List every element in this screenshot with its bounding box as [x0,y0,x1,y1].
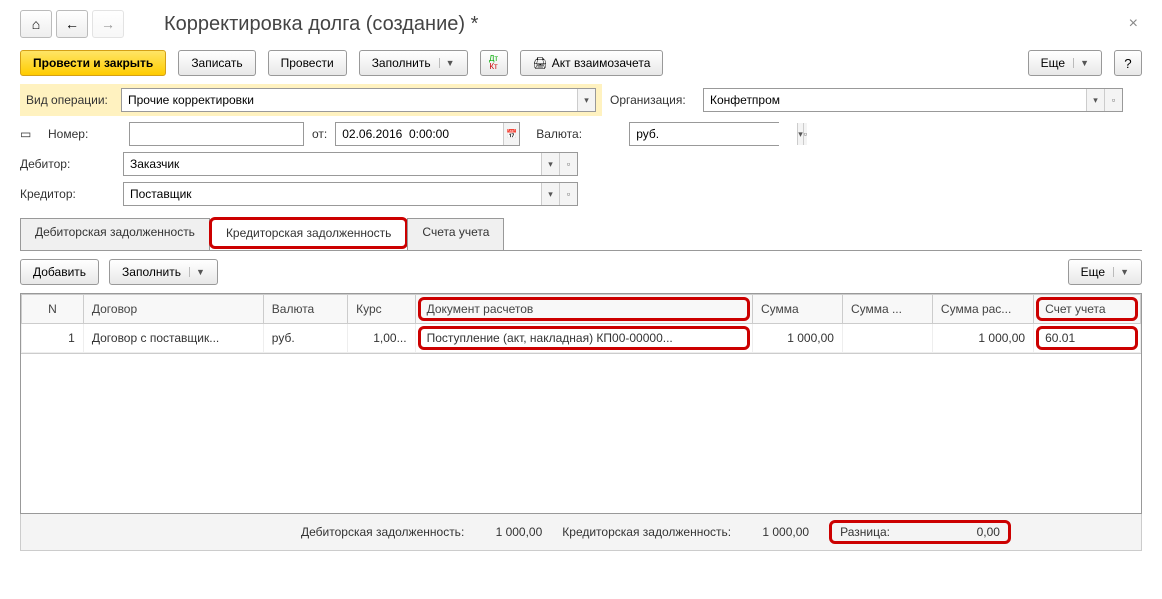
doc-icon: ▭ [20,127,40,141]
sub-more-button[interactable]: Еще ▼ [1068,259,1142,285]
print-act-label: Акт взаимозачета [552,56,651,70]
more-label: Еще [1041,56,1065,70]
number-input[interactable] [130,123,303,145]
footer-credit-value: 1 000,00 [739,525,809,539]
tab-accounts[interactable]: Счета учета [407,218,504,250]
back-button[interactable]: ← [56,10,88,38]
dropdown-icon: ▼ [189,267,205,277]
footer-credit-label: Кредиторская задолженность: [562,525,731,539]
operation-dropdown[interactable]: ▾ [577,89,595,111]
col-contract[interactable]: Договор [83,295,263,324]
currency-open[interactable]: ▫ [803,123,807,145]
creditor-label: Кредитор: [20,187,115,201]
fill-button[interactable]: Заполнить ▼ [359,50,468,76]
cell-sum[interactable]: 1 000,00 [752,324,842,353]
creditor-dropdown[interactable]: ▾ [541,183,559,205]
help-button[interactable]: ? [1114,50,1142,76]
debtor-open[interactable]: ▫ [559,153,577,175]
page-title: Корректировка долга (создание) * [164,13,478,36]
col-sum3[interactable]: Сумма рас... [932,295,1033,324]
org-open[interactable]: ▫ [1104,89,1122,111]
operation-input[interactable] [122,89,577,111]
org-input[interactable] [704,89,1086,111]
fill-label: Заполнить [372,56,431,70]
footer-debit-label: Дебиторская задолженность: [301,525,464,539]
footer-debit-value: 1 000,00 [472,525,542,539]
cell-n[interactable]: 1 [22,324,84,353]
dropdown-icon: ▼ [439,58,455,68]
cell-currency[interactable]: руб. [263,324,347,353]
print-act-button[interactable]: 🖨 Акт взаимозачета [520,50,664,76]
tab-credit[interactable]: Кредиторская задолженность [209,217,408,249]
col-account-label: Счет учета [1036,297,1138,321]
number-label: Номер: [48,127,121,141]
cell-rate[interactable]: 1,00... [348,324,415,353]
col-rate[interactable]: Курс [348,295,415,324]
dropdown-icon: ▼ [1073,58,1089,68]
forward-button[interactable]: → [92,10,124,38]
table-row[interactable]: 1 Договор с поставщик... руб. 1,00... По… [22,324,1141,353]
col-sum2[interactable]: Сумма ... [842,295,932,324]
debtor-dropdown[interactable]: ▾ [541,153,559,175]
cell-doc[interactable]: Поступление (акт, накладная) КП00-00000.… [415,324,752,353]
sub-more-label: Еще [1081,265,1105,279]
org-dropdown[interactable]: ▾ [1086,89,1104,111]
close-button[interactable]: × [1125,11,1142,37]
grid-empty [21,353,1141,513]
date-input[interactable] [336,123,503,145]
calendar-button[interactable]: 📅 [503,123,519,145]
col-doc[interactable]: Документ расчетов [415,295,752,324]
post-close-button[interactable]: Провести и закрыть [20,50,166,76]
sub-fill-button[interactable]: Заполнить ▼ [109,259,218,285]
sub-fill-label: Заполнить [122,265,181,279]
col-doc-label: Документ расчетов [418,297,750,321]
date-label: от: [312,127,327,141]
col-currency[interactable]: Валюта [263,295,347,324]
save-button[interactable]: Записать [178,50,255,76]
debtor-label: Дебитор: [20,157,115,171]
footer-diff-value: 0,00 [930,525,1000,539]
col-sum[interactable]: Сумма [752,295,842,324]
dropdown-icon: ▼ [1113,267,1129,277]
more-button[interactable]: Еще ▼ [1028,50,1102,76]
currency-label: Валюта: [536,127,621,141]
cell-sum3[interactable]: 1 000,00 [932,324,1033,353]
debtor-input[interactable] [124,153,541,175]
col-n[interactable]: N [22,295,84,324]
cell-account[interactable]: 60.01 [1034,324,1141,353]
dtkt-button[interactable]: ДтКт [480,50,508,76]
home-button[interactable]: ⌂ [20,10,52,38]
currency-input[interactable] [630,123,797,145]
cell-doc-value: Поступление (акт, накладная) КП00-00000.… [418,326,750,350]
dtkt-icon: ДтКт [489,55,498,71]
add-button[interactable]: Добавить [20,259,99,285]
tab-debit[interactable]: Дебиторская задолженность [20,218,210,250]
operation-label: Вид операции: [26,93,113,107]
cell-sum2[interactable] [842,324,932,353]
creditor-open[interactable]: ▫ [559,183,577,205]
post-button[interactable]: Провести [268,50,347,76]
cell-account-value: 60.01 [1036,326,1138,350]
print-icon: 🖨 [533,56,548,70]
col-account[interactable]: Счет учета [1034,295,1141,324]
footer-diff-label: Разница: [840,525,890,539]
creditor-input[interactable] [124,183,541,205]
org-label: Организация: [610,93,695,107]
cell-contract[interactable]: Договор с поставщик... [83,324,263,353]
